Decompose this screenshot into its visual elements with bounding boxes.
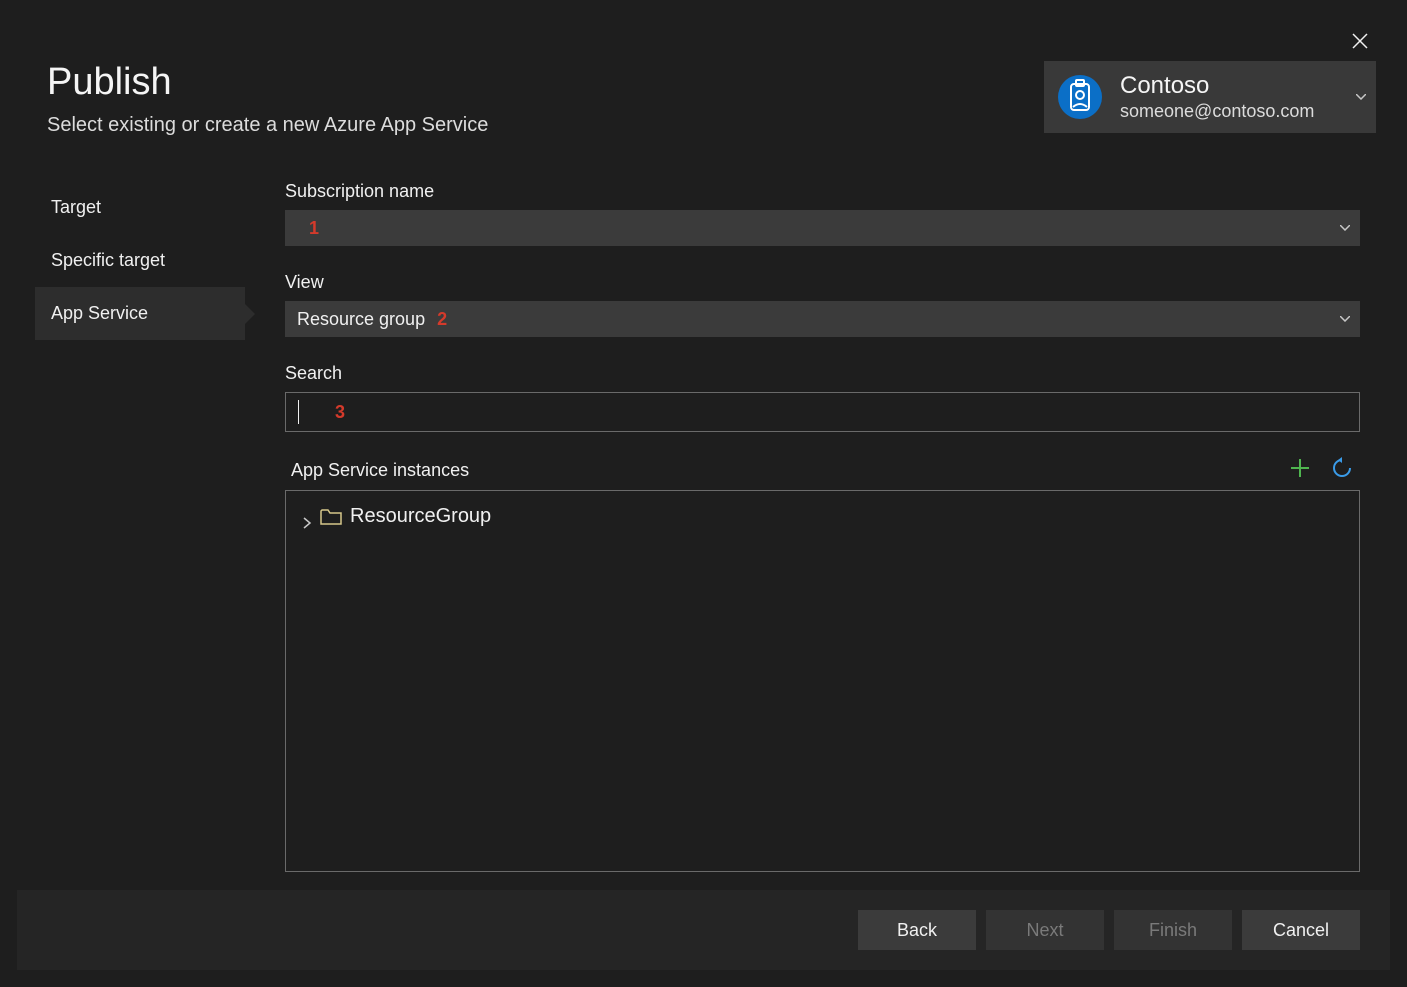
subscription-label: Subscription name <box>285 181 1360 202</box>
tree-item-label: ResourceGroup <box>350 505 491 528</box>
refresh-icon <box>1331 457 1353 484</box>
account-selector[interactable]: Contoso someone@contoso.com <box>1044 61 1376 133</box>
text-cursor <box>298 400 299 424</box>
publish-dialog: Publish Select existing or create a new … <box>17 17 1390 970</box>
chevron-down-icon <box>1356 94 1366 100</box>
step-label: Target <box>51 197 101 217</box>
cancel-button[interactable]: Cancel <box>1242 910 1360 950</box>
badge-icon <box>1056 73 1104 121</box>
chevron-down-icon <box>1340 225 1350 231</box>
main-panel: Subscription name 1 View Resource group … <box>245 181 1390 872</box>
close-icon <box>1352 29 1368 54</box>
back-button[interactable]: Back <box>858 910 976 950</box>
step-specific-target[interactable]: Specific target <box>35 234 245 287</box>
search-input[interactable]: 3 <box>285 392 1360 432</box>
plus-icon <box>1290 458 1310 483</box>
step-label: Specific target <box>51 250 165 270</box>
dialog-footer: Back Next Finish Cancel <box>17 890 1390 970</box>
annotation-1: 1 <box>309 218 319 239</box>
caret-right-icon <box>302 512 312 522</box>
instances-tree[interactable]: ResourceGroup <box>285 490 1360 872</box>
account-email: someone@contoso.com <box>1120 101 1314 123</box>
tree-item-resource-group[interactable]: ResourceGroup <box>296 501 1349 532</box>
step-target[interactable]: Target <box>35 181 245 234</box>
annotation-2: 2 <box>437 309 447 330</box>
next-button: Next <box>986 910 1104 950</box>
subscription-dropdown[interactable]: 1 <box>285 210 1360 246</box>
refresh-button[interactable] <box>1330 458 1354 482</box>
view-value: Resource group <box>297 309 425 330</box>
close-button[interactable] <box>1344 27 1376 57</box>
search-label: Search <box>285 363 1360 384</box>
instances-label: App Service instances <box>285 460 469 481</box>
wizard-steps: Target Specific target App Service <box>17 181 245 872</box>
finish-button: Finish <box>1114 910 1232 950</box>
add-button[interactable] <box>1288 458 1312 482</box>
view-dropdown[interactable]: Resource group 2 <box>285 301 1360 337</box>
annotation-3: 3 <box>335 402 345 423</box>
chevron-down-icon <box>1340 316 1350 322</box>
step-app-service[interactable]: App Service <box>35 287 245 340</box>
folder-icon <box>320 508 342 526</box>
step-label: App Service <box>51 303 148 323</box>
account-name: Contoso <box>1120 72 1314 101</box>
view-label: View <box>285 272 1360 293</box>
